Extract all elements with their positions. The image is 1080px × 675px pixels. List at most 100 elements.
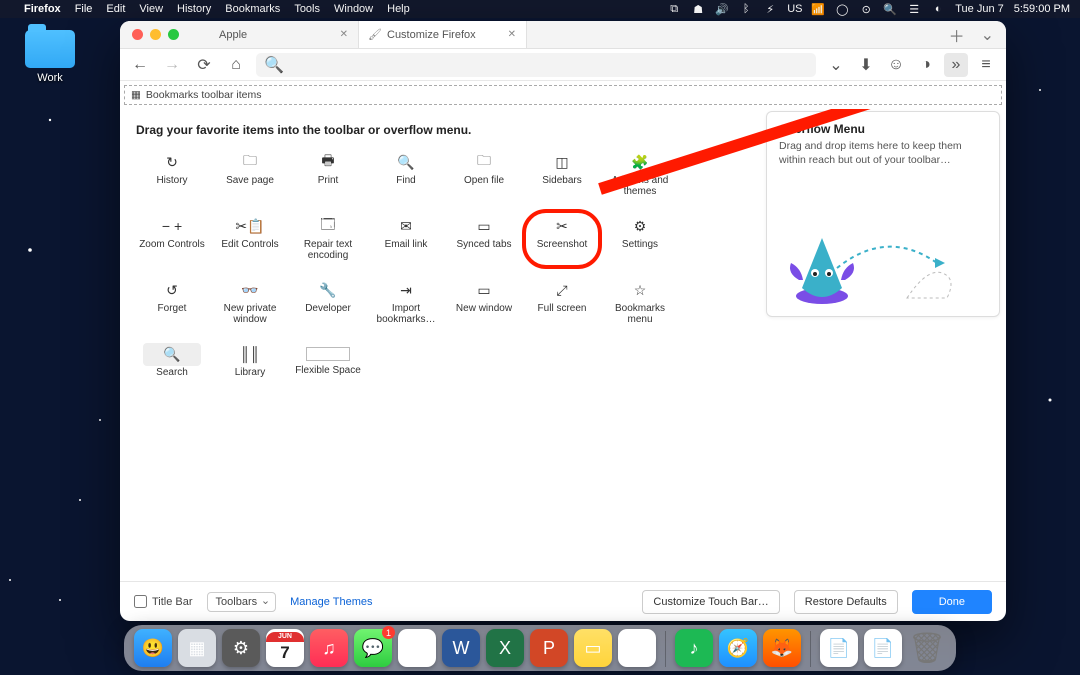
dock-messages[interactable]: 💬 (354, 629, 392, 667)
customize-item-bookmarks-menu[interactable]: ☆Bookmarks menu (602, 275, 678, 331)
dock-slack[interactable]: ✱ (618, 629, 656, 667)
dock-word[interactable]: W (442, 629, 480, 667)
menu-help[interactable]: Help (387, 3, 410, 15)
customize-item-repair-text[interactable]: 🗔Repair text encoding (290, 211, 366, 267)
downloads-button[interactable]: ⬇ (854, 53, 878, 77)
overflow-button[interactable]: » (944, 53, 968, 77)
dock-doc2[interactable]: 📄 (864, 629, 902, 667)
bluetooth-icon[interactable]: ᛒ (739, 3, 753, 15)
menu-edit[interactable]: Edit (106, 3, 125, 15)
customize-item-synced-tabs[interactable]: ▭Synced tabs (446, 211, 522, 267)
tab-apple[interactable]: Apple ✕ (191, 21, 359, 48)
customize-item-flex-space[interactable]: Flexible Space (290, 339, 366, 384)
window-minimize-button[interactable] (150, 29, 161, 40)
dock-notes[interactable]: ▭ (574, 629, 612, 667)
edit-controls-icon: ✂📋 (214, 217, 286, 235)
user-icon[interactable]: ◯ (835, 3, 849, 16)
customize-item-email-link[interactable]: ✉Email link (368, 211, 444, 267)
app-menu-button[interactable]: ≡ (974, 53, 998, 77)
customize-item-sidebars[interactable]: ◫Sidebars (524, 147, 600, 203)
new-tab-button[interactable]: ＋ (949, 23, 965, 47)
dock-music[interactable]: ♫ (310, 629, 348, 667)
control-center-icon[interactable]: ☰ (907, 3, 921, 16)
customize-touchbar-button[interactable]: Customize Touch Bar… (642, 590, 779, 614)
customize-item-forget[interactable]: ↺Forget (134, 275, 210, 331)
tab-close-icon[interactable]: ✕ (508, 29, 516, 40)
customize-item-new-private[interactable]: 👓New private window (212, 275, 288, 331)
overflow-menu-panel[interactable]: Overflow Menu Drag and drop items here t… (766, 111, 1000, 317)
desktop-folder-work[interactable]: Work (20, 30, 80, 84)
forward-button[interactable]: → (160, 53, 184, 77)
reload-button[interactable]: ⟳ (192, 53, 216, 77)
item-label: Email link (370, 239, 442, 250)
wifi-icon[interactable]: 📶 (811, 3, 825, 16)
titlebar-checkbox[interactable]: Title Bar (134, 595, 193, 608)
window-titlebar[interactable]: Apple ✕ 🖌 Customize Firefox ✕ ＋ ⌄ (120, 21, 1006, 49)
dock-firefox[interactable]: 🦊 (763, 629, 801, 667)
menu-tools[interactable]: Tools (294, 3, 320, 15)
clock-icon[interactable]: ⊙ (859, 3, 873, 16)
url-bar[interactable]: 🔍 (256, 53, 816, 77)
dock-powerpoint[interactable]: P (530, 629, 568, 667)
dock-doc1[interactable]: 📄 (820, 629, 858, 667)
shield-icon[interactable]: ☗ (691, 3, 705, 16)
input-source-icon[interactable]: US (787, 3, 801, 15)
dock-finder[interactable]: 😃 (134, 629, 172, 667)
menubar-time[interactable]: 5:59:00 PM (1014, 3, 1070, 15)
customize-item-search[interactable]: 🔍Search (134, 339, 210, 384)
back-button[interactable]: ← (128, 53, 152, 77)
customize-item-settings[interactable]: ⚙Settings (602, 211, 678, 267)
menu-view[interactable]: View (139, 3, 163, 15)
done-button[interactable]: Done (912, 590, 992, 614)
menubar-date[interactable]: Tue Jun 7 (955, 3, 1004, 15)
tab-close-icon[interactable]: ✕ (340, 29, 348, 40)
volume-icon[interactable]: 🔊 (715, 3, 729, 16)
dock-launchpad[interactable]: ▦ (178, 629, 216, 667)
toolbars-dropdown[interactable]: Toolbars (207, 592, 277, 612)
customize-item-full-screen[interactable]: ⤢Full screen (524, 275, 600, 331)
dock-chrome[interactable]: ◎ (398, 629, 436, 667)
dock-excel[interactable]: X (486, 629, 524, 667)
customize-item-print[interactable]: 🖶Print (290, 147, 366, 203)
app-name[interactable]: Firefox (24, 3, 61, 15)
customize-item-new-window[interactable]: ▭New window (446, 275, 522, 331)
customize-item-edit-controls[interactable]: ✂📋Edit Controls (212, 211, 288, 267)
dock-trash[interactable]: 🗑 (908, 629, 946, 667)
customize-item-zoom[interactable]: − +Zoom Controls (134, 211, 210, 267)
menu-file[interactable]: File (75, 3, 93, 15)
customize-item-import-bookmarks[interactable]: ⇥Import bookmarks… (368, 275, 444, 331)
spotlight-icon[interactable]: 🔍 (883, 3, 897, 16)
manage-themes-link[interactable]: Manage Themes (290, 596, 372, 608)
restore-defaults-button[interactable]: Restore Defaults (794, 590, 898, 614)
customize-item-history[interactable]: ↻History (134, 147, 210, 203)
customize-item-addons[interactable]: 🧩Add-ons and themes (602, 147, 678, 203)
menu-bookmarks[interactable]: Bookmarks (225, 3, 280, 15)
customize-item-library[interactable]: ║║Library (212, 339, 288, 384)
dock-calendar[interactable]: JUN7 (266, 629, 304, 667)
menu-history[interactable]: History (177, 3, 211, 15)
titlebar-checkbox-input[interactable] (134, 595, 147, 608)
tabs-dropdown-icon[interactable]: ⌄ (981, 25, 994, 45)
customize-item-screenshot[interactable]: ✂Screenshot (524, 211, 600, 267)
extensions-button[interactable]: ◑ (914, 53, 938, 77)
dock-spotify[interactable]: ♪ (675, 629, 713, 667)
customize-item-developer[interactable]: 🔧Developer (290, 275, 366, 331)
account-button[interactable]: ☺ (884, 53, 908, 77)
battery-icon[interactable]: ⚡︎ (763, 3, 777, 16)
dock-system-prefs[interactable]: ⚙ (222, 629, 260, 667)
folder-icon (25, 30, 75, 68)
dropbox-icon[interactable]: ⧉ (667, 3, 681, 16)
window-close-button[interactable] (132, 29, 143, 40)
tab-customize[interactable]: 🖌 Customize Firefox ✕ (359, 21, 527, 48)
customize-item-find[interactable]: 🔍Find (368, 147, 444, 203)
dock-safari[interactable]: 🧭 (719, 629, 757, 667)
window-maximize-button[interactable] (168, 29, 179, 40)
bookmarks-toolbar-dropzone[interactable]: ▦ Bookmarks toolbar items (124, 85, 1002, 105)
siri-icon[interactable]: ◐ (931, 3, 945, 15)
pocket-button[interactable]: ⌄ (824, 53, 848, 77)
customize-item-save-page[interactable]: 🗀Save page (212, 147, 288, 203)
dock-separator (665, 631, 666, 667)
customize-item-open-file[interactable]: 🗀Open file (446, 147, 522, 203)
menu-window[interactable]: Window (334, 3, 373, 15)
home-button[interactable]: ⌂ (224, 53, 248, 77)
